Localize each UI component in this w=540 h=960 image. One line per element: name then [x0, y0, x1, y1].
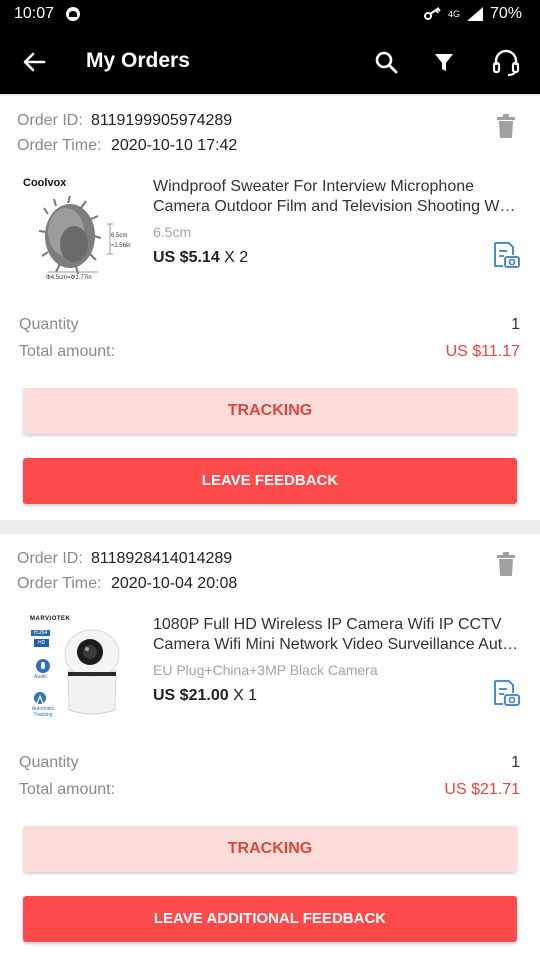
back-arrow-icon[interactable] [18, 46, 50, 78]
product-title-line-2: Camera Outdoor Film and Television Shoot… [153, 198, 519, 215]
total-amount-label: Total amount: [19, 343, 116, 360]
product-price: US $5.14 X 2 [153, 249, 248, 267]
product-title-line-2: Camera Wifi Mini Network Video Surveilla… [153, 636, 519, 653]
product-variant: 6.5cm [153, 224, 192, 240]
quantity-value: 1 [511, 316, 520, 333]
photo-review-icon[interactable] [492, 241, 520, 269]
unit-price: US $5.14 [153, 249, 220, 266]
unit-price: US $21.00 [153, 687, 229, 704]
battery-level: 70% [489, 5, 522, 22]
order-time-label: Order Time: [17, 137, 102, 154]
order-time-value: 2020-10-04 20:08 [111, 575, 238, 592]
item-multiplier: X 1 [233, 687, 258, 704]
trash-icon[interactable] [496, 552, 516, 576]
item-multiplier: X 2 [224, 249, 249, 266]
network-type: 4G [447, 9, 460, 19]
total-amount-label: Total amount: [19, 781, 116, 798]
signal-icon [466, 7, 483, 21]
status-bar: 10:07 4G 70% [0, 0, 540, 30]
product-title-line-1: 1080P Full HD Wireless IP Camera Wifi IP… [153, 616, 502, 633]
product-price: US $21.00 X 1 [153, 687, 257, 705]
audio-label: Audio [34, 674, 47, 680]
quantity-label: Quantity [19, 316, 79, 333]
status-indicators: 4G 70% [423, 5, 522, 23]
tracking-button[interactable]: TRACKING [23, 388, 517, 434]
notification-icon [66, 7, 80, 21]
order-id-value: 8119199905974289 [91, 112, 233, 129]
total-amount-value: US $21.71 [444, 781, 520, 798]
image-height-inch-label: ≈2.56in [111, 243, 131, 249]
order-id-label: Order ID: [17, 112, 83, 129]
key-icon [423, 7, 441, 20]
search-icon[interactable] [370, 46, 402, 78]
quantity-value: 1 [511, 754, 520, 771]
status-time: 10:07 [14, 5, 55, 22]
product-title-line-1: Windproof Sweater For Interview Micropho… [153, 178, 475, 195]
leave-feedback-button[interactable]: LEAVE FEEDBACK [23, 458, 517, 504]
image-diameter-label: Φ4.5cm=Φ1.77in [46, 275, 92, 281]
total-amount-value: US $11.17 [445, 343, 520, 360]
tracking-button[interactable]: TRACKING [23, 826, 517, 872]
order-card: Order ID: 8119199905974289 Order Time: 2… [0, 96, 540, 520]
filter-icon[interactable] [428, 46, 460, 78]
leave-additional-feedback-button[interactable]: LEAVE ADDITIONAL FEEDBACK [23, 896, 517, 942]
product-thumbnail[interactable]: Coolvox 6.5cm ≈2.56in Φ4.5cm=Φ1.77in [18, 174, 138, 294]
headset-icon[interactable] [490, 46, 522, 78]
image-height-label: 6.5cm [111, 233, 128, 239]
page-title: My Orders [86, 49, 190, 72]
product-variant: EU Plug+China+3MP Black Camera [153, 662, 378, 678]
order-id-label: Order ID: [17, 550, 83, 567]
trash-icon[interactable] [496, 114, 516, 138]
product-title[interactable]: 1080P Full HD Wireless IP Camera Wifi IP… [153, 615, 519, 655]
quantity-label: Quantity [19, 754, 79, 771]
product-thumbnail[interactable]: MARVIOTEK H.264 HD Audio Automatic Track… [18, 610, 138, 730]
order-time-value: 2020-10-10 17:42 [111, 137, 238, 154]
product-title[interactable]: Windproof Sweater For Interview Micropho… [153, 177, 519, 217]
order-card: Order ID: 8118928414014289 Order Time: 2… [0, 534, 540, 960]
auto-tracking-label: Automatic Tracking [31, 706, 55, 718]
photo-review-icon[interactable] [492, 679, 520, 707]
order-time-label: Order Time: [17, 575, 102, 592]
app-bar: My Orders [0, 30, 540, 94]
order-id-value: 8118928414014289 [91, 550, 233, 567]
